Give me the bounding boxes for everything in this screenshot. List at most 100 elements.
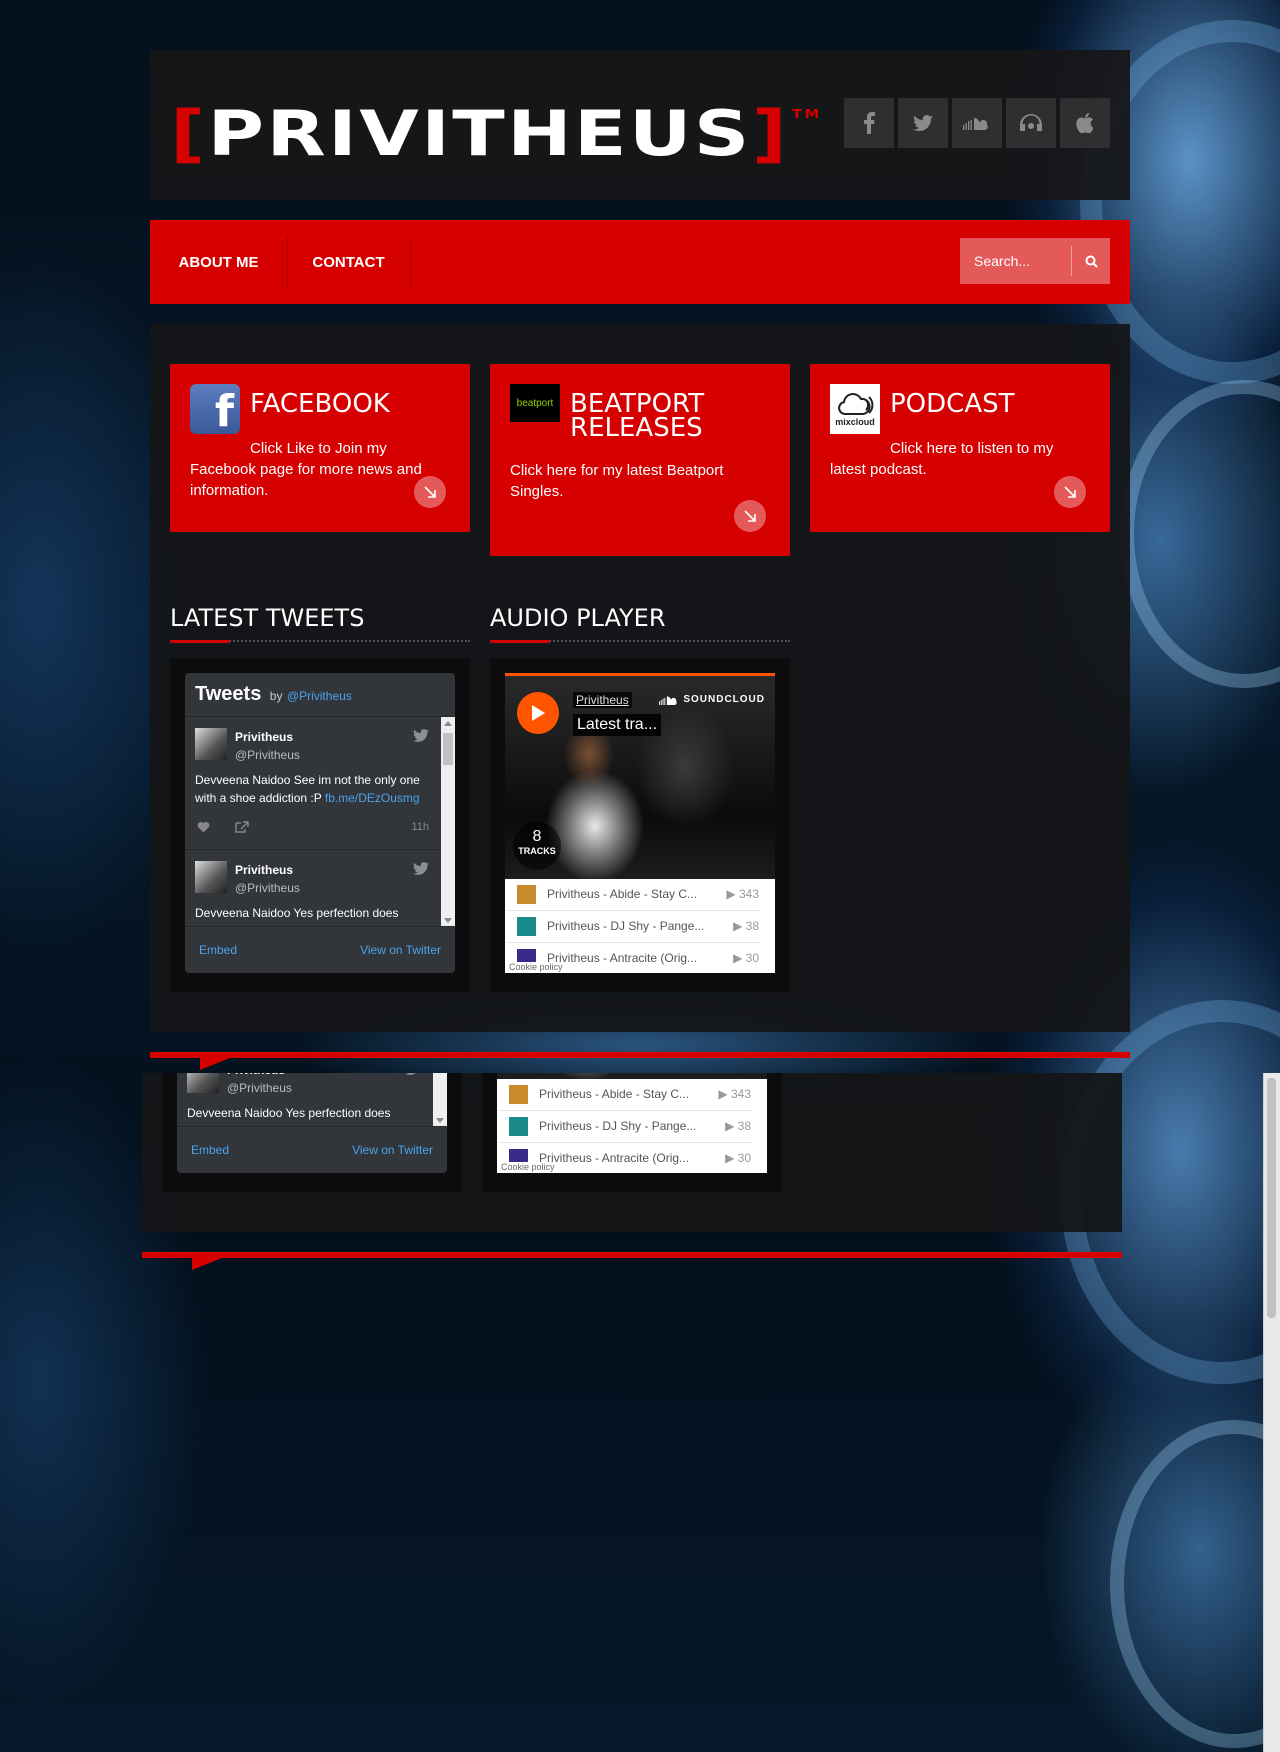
tweet-author-handle[interactable]: @Privitheus: [235, 748, 300, 762]
heart-icon[interactable]: [197, 821, 210, 833]
apple-icon: [1076, 113, 1094, 133]
embed-link[interactable]: Embed: [199, 943, 237, 957]
tweet-actions: 11h: [195, 821, 429, 835]
track-row[interactable]: Privitheus - DJ Shy - Pange... ▶ 38: [499, 1111, 751, 1143]
scroll-down-arrow[interactable]: [444, 918, 452, 923]
twitter-bird-icon[interactable]: [413, 729, 429, 742]
twitter-bird-icon[interactable]: [405, 1073, 421, 1075]
beatport-card[interactable]: beatport BEATPORT RELEASES Click here fo…: [490, 364, 790, 556]
cookie-policy-link[interactable]: Cookie policy: [507, 962, 565, 972]
track-row[interactable]: Privitheus - DJ Shy - Pange... ▶ 38: [507, 911, 759, 943]
scrollbar-thumb[interactable]: [443, 733, 453, 765]
track-list[interactable]: Privitheus - Abide - Stay C... ▶ 343 Pri…: [497, 1079, 767, 1173]
card-title: BEATPORT RELEASES: [570, 389, 705, 443]
facebook-card[interactable]: f FACEBOOK Click Like to Join my Faceboo…: [170, 364, 470, 532]
timeline-scrollbar[interactable]: [441, 717, 455, 927]
main-nav: ABOUT ME CONTACT: [150, 220, 1130, 304]
page-scrollbar-thumb[interactable]: [1267, 1078, 1276, 1318]
site-header: [PRIVITHEUS] TM: [150, 50, 1130, 200]
soundcloud-icon: [963, 118, 988, 130]
artist-link[interactable]: Privitheus: [573, 692, 632, 708]
track-thumbnail: [509, 1085, 528, 1104]
avatar[interactable]: [187, 1073, 219, 1093]
card-description: Click here for my latest Beatport Single…: [510, 462, 724, 500]
twitter-timeline: Tweets by @Privitheus Privitheus @Privit…: [177, 1073, 447, 1173]
view-on-twitter-link[interactable]: View on Twitter: [360, 943, 441, 957]
tweet-list[interactable]: Privitheus @Privitheus Devveena Naidoo S…: [185, 717, 455, 927]
play-button[interactable]: [517, 692, 559, 734]
tweet-timestamp[interactable]: 11h: [411, 821, 429, 833]
avatar[interactable]: [195, 861, 227, 893]
track-row-title: Privitheus - Abide - Stay C...: [539, 1087, 690, 1101]
tweet-author-name[interactable]: Privitheus: [227, 1073, 285, 1077]
tweet-list[interactable]: Privitheus @Privitheus Devveena Naidoo S…: [177, 1073, 447, 1127]
timeline-footer: Embed View on Twitter: [185, 926, 455, 973]
apple-button[interactable]: [1060, 98, 1110, 148]
site-logo[interactable]: [PRIVITHEUS] TM: [170, 103, 822, 165]
tweet-author-handle[interactable]: @Privitheus: [227, 1081, 292, 1095]
audio-player-heading: AUDIO PLAYER: [490, 604, 790, 643]
view-on-twitter-link[interactable]: View on Twitter: [352, 1143, 433, 1157]
soundcloud-icon: [659, 695, 677, 705]
twitter-timeline: Tweets by @Privitheus Privitheus @Privit…: [185, 673, 455, 973]
card-link-button[interactable]: [734, 500, 766, 532]
timeline-handle-link[interactable]: @Privitheus: [287, 689, 352, 703]
track-thumbnail: [517, 885, 536, 904]
page-scrollbar[interactable]: [1263, 1073, 1280, 1752]
tweet-item: Privitheus @Privitheus Devveena Naidoo S…: [185, 717, 455, 850]
tweet-author-name[interactable]: Privitheus: [235, 863, 293, 877]
track-title[interactable]: Latest tra...: [573, 714, 662, 736]
timeline-scrollbar[interactable]: [433, 1073, 447, 1127]
timeline-footer: Embed View on Twitter: [177, 1126, 447, 1173]
timeline-title: Tweets: [195, 683, 262, 705]
mixcloud-label: mixcloud: [835, 416, 875, 427]
card-title: PODCAST: [890, 389, 1015, 419]
play-count-value: 38: [737, 1119, 751, 1133]
play-count-value: 30: [737, 1151, 751, 1165]
arrow-down-right-icon: [424, 486, 436, 498]
logo-bracket: [: [170, 97, 208, 170]
card-link-button[interactable]: [1054, 476, 1086, 508]
nav-about-me[interactable]: ABOUT ME: [150, 236, 288, 288]
timeline-header: Tweets by @Privitheus: [185, 673, 455, 717]
soundcloud-label: SOUNDCLOUD: [683, 694, 765, 705]
facebook-icon: [864, 112, 875, 134]
podcast-card[interactable]: mixcloud PODCAST Click here to listen to…: [810, 364, 1110, 532]
embed-link[interactable]: Embed: [191, 1143, 229, 1157]
headphones-icon: [1020, 114, 1042, 131]
footer-accent-bar: [150, 1052, 1130, 1058]
search-button[interactable]: [1071, 246, 1110, 276]
tweet-author-handle[interactable]: @Privitheus: [235, 881, 300, 895]
facebook-button[interactable]: [844, 98, 894, 148]
main-content: f FACEBOOK Click Like to Join my Faceboo…: [142, 1073, 1122, 1232]
tweet-item: Privitheus @Privitheus Devveena Naidoo Y…: [185, 850, 455, 927]
track-row[interactable]: Privitheus - Abide - Stay C... ▶ 343: [499, 1079, 751, 1111]
tweet-author-name[interactable]: Privitheus: [235, 730, 293, 744]
avatar[interactable]: [195, 728, 227, 760]
track-row-title: Privitheus - Antracite (Orig...: [547, 951, 698, 965]
main-content: f FACEBOOK Click Like to Join my Faceboo…: [150, 324, 1130, 1032]
tweet-link[interactable]: fb.me/DEzOusmg: [325, 791, 420, 805]
scroll-up-arrow[interactable]: [444, 721, 452, 726]
twitter-icon: [913, 115, 933, 131]
soundcloud-button[interactable]: [952, 98, 1002, 148]
track-list[interactable]: Privitheus - Abide - Stay C... ▶ 343 Pri…: [505, 879, 775, 973]
track-row[interactable]: Privitheus - Abide - Stay C... ▶ 343: [507, 879, 759, 911]
footer-accent-notch: [192, 1258, 222, 1270]
twitter-bird-icon[interactable]: [413, 862, 429, 875]
cover-art: Privitheus Latest tra... SOUNDCLOUD 8 TR…: [505, 673, 775, 879]
nav-contact[interactable]: CONTACT: [287, 236, 411, 288]
mixcloud-button[interactable]: [1006, 98, 1056, 148]
play-icon: [532, 705, 545, 721]
tweet-text: Devveena Naidoo Yes perfection does: [187, 1106, 391, 1120]
timeline-by: by: [269, 689, 283, 703]
cookie-policy-link[interactable]: Cookie policy: [499, 1162, 557, 1172]
twitter-button[interactable]: [898, 98, 948, 148]
search-input[interactable]: [960, 238, 1070, 284]
track-count-label: TRACKS: [518, 846, 556, 856]
share-icon[interactable]: [235, 821, 249, 833]
tweet-item: Privitheus @Privitheus Devveena Naidoo Y…: [177, 1073, 447, 1127]
soundcloud-logo[interactable]: SOUNDCLOUD: [659, 694, 765, 705]
scroll-down-arrow[interactable]: [436, 1118, 444, 1123]
card-link-button[interactable]: [414, 476, 446, 508]
